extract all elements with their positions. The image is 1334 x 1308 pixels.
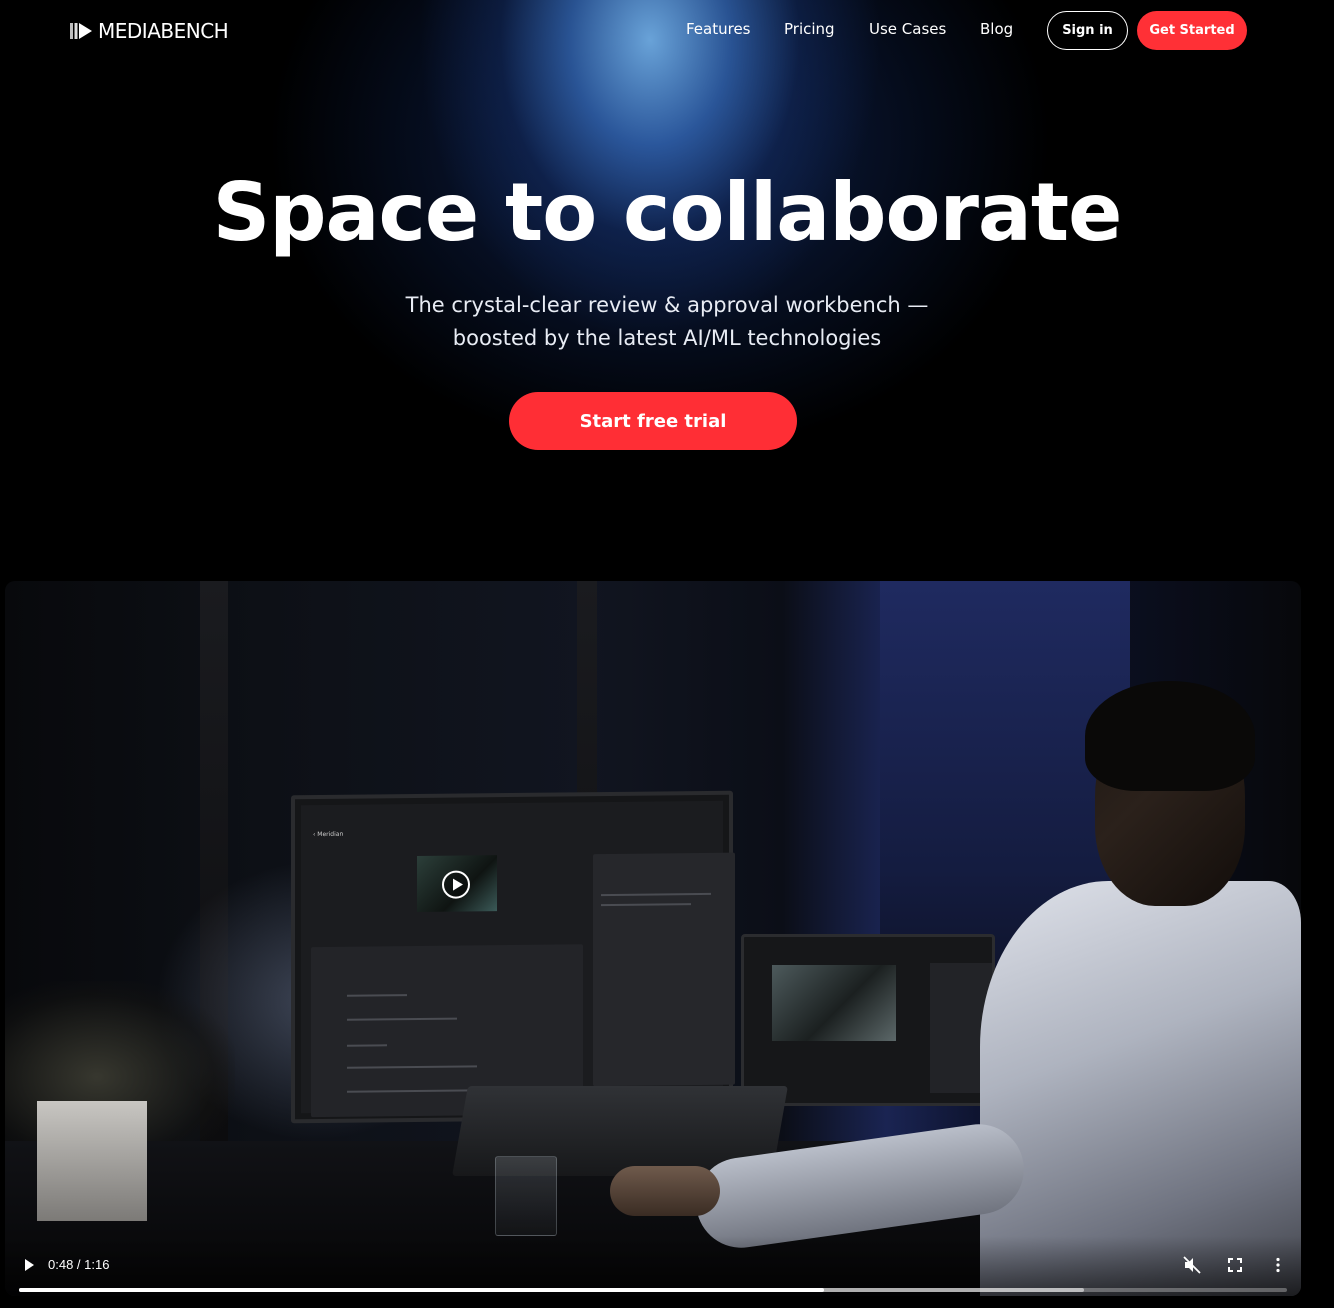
nav-link-pricing[interactable]: Pricing (784, 20, 835, 38)
scene-glass (495, 1156, 557, 1236)
play-icon[interactable] (23, 1257, 37, 1273)
sign-in-button[interactable]: Sign in (1047, 11, 1128, 50)
nav-link-blog[interactable]: Blog (980, 20, 1013, 38)
hero-section: MEDIABENCH Features Pricing Use Cases Bl… (0, 0, 1334, 1308)
video-time: 0:48 / 1:16 (48, 1257, 110, 1272)
hero-video[interactable]: ‹ Meridian 0:48 / 1:16 (5, 581, 1301, 1296)
monitor-play-icon (442, 870, 470, 899)
top-nav: MEDIABENCH Features Pricing Use Cases Bl… (0, 0, 1334, 60)
video-controls: 0:48 / 1:16 (5, 1236, 1301, 1296)
hero-headline: Space to collaborate (212, 166, 1123, 259)
scene-person-hand (610, 1166, 720, 1216)
video-played-bar (19, 1288, 825, 1292)
video-progress-track[interactable] (19, 1288, 1287, 1292)
laptop-video-thumbnail (772, 965, 896, 1041)
hero-subtitle-line-1: The crystal-clear review & approval work… (405, 293, 929, 317)
more-icon[interactable] (1269, 1256, 1287, 1274)
scene-laptop (741, 934, 995, 1106)
logo-icon (70, 21, 94, 41)
scene-monitor: ‹ Meridian (291, 790, 735, 1124)
monitor-title: ‹ Meridian (313, 830, 344, 839)
start-free-trial-button[interactable]: Start free trial (509, 392, 797, 450)
fullscreen-icon[interactable] (1226, 1256, 1244, 1274)
nav-link-use-cases[interactable]: Use Cases (869, 20, 946, 38)
scene-person-body (980, 881, 1301, 1296)
logo[interactable]: MEDIABENCH (70, 19, 229, 43)
get-started-button[interactable]: Get Started (1137, 11, 1247, 50)
brand-name: MEDIABENCH (98, 19, 229, 43)
monitor-comments-panel (593, 852, 735, 1087)
monitor-screen: ‹ Meridian (301, 800, 735, 1118)
nav-link-features[interactable]: Features (686, 20, 751, 38)
hero-subtitle-line-2: boosted by the latest AI/ML technologies (452, 326, 882, 350)
scene-person-hair (1085, 681, 1255, 791)
scene-pot (37, 1101, 147, 1221)
mute-icon[interactable] (1183, 1256, 1201, 1274)
video-frame: ‹ Meridian (5, 581, 1301, 1296)
